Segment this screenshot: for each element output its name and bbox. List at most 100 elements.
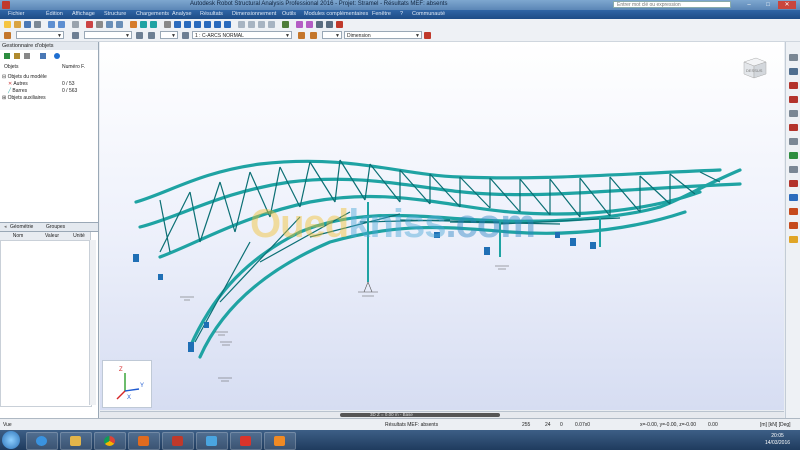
viewcube[interactable]: DESSUS [740, 54, 768, 82]
menu-community[interactable]: Communauté [412, 11, 445, 17]
panels-icon[interactable] [789, 166, 798, 173]
menu-help[interactable]: ? [400, 11, 403, 17]
zoom-window-icon[interactable] [194, 21, 201, 28]
view-xz-icon[interactable] [248, 21, 255, 28]
tab-groups[interactable]: Groupes [46, 224, 65, 230]
search-input[interactable]: Entrer mot clé ou expression [613, 1, 731, 8]
properties-scrollbar[interactable] [89, 240, 96, 405]
rotate-icon[interactable] [174, 21, 181, 28]
menu-view[interactable]: Affichage [72, 11, 95, 17]
taskbar-media[interactable] [128, 432, 160, 450]
dimension-combo[interactable]: Dimension ▼ [344, 31, 422, 39]
taskbar-explorer[interactable] [60, 432, 92, 450]
taskbar-vlc[interactable] [264, 432, 296, 450]
case-combo[interactable]: ▼ [160, 31, 178, 39]
clock[interactable]: 20:05 14/03/2016 [765, 433, 790, 447]
supports-icon[interactable] [789, 110, 798, 117]
calculate-icon[interactable] [130, 21, 137, 28]
menu-file[interactable]: Fichier [8, 11, 25, 17]
tree-node-bars[interactable]: ╱ Barres 0 / 563 [2, 88, 77, 95]
releases-icon[interactable] [789, 124, 798, 131]
view-scrollbar[interactable]: 3D Z = 0.00 m - Base [100, 411, 784, 418]
nodes-icon[interactable] [789, 54, 798, 61]
zoom-out-icon[interactable] [214, 21, 221, 28]
tables-icon[interactable] [296, 21, 303, 28]
view-xy-icon[interactable] [268, 21, 275, 28]
tree-node-aux-objects[interactable]: ⊞ Objets auxiliaires [2, 95, 47, 102]
view-combo[interactable]: ▼ [16, 31, 64, 39]
zoom-in-icon[interactable] [204, 21, 211, 28]
view-yz-icon[interactable] [258, 21, 265, 28]
selection-combo[interactable]: ▼ [84, 31, 132, 39]
properties-icon[interactable] [72, 21, 79, 28]
cables-icon[interactable] [789, 152, 798, 159]
section-tool-icon[interactable] [789, 82, 798, 89]
load-cases-icon[interactable] [789, 194, 798, 201]
layout-icon[interactable] [316, 21, 323, 28]
material-tool-icon[interactable] [789, 96, 798, 103]
material-icon[interactable] [310, 32, 317, 39]
selection-icon[interactable] [72, 32, 79, 39]
taskbar-chrome[interactable] [94, 432, 126, 450]
display-icon[interactable] [164, 21, 171, 28]
paste-icon[interactable] [116, 21, 123, 28]
start-button[interactable] [2, 431, 20, 449]
taskbar-app[interactable] [196, 432, 228, 450]
copy-icon[interactable] [106, 21, 113, 28]
structure-icon[interactable] [140, 21, 147, 28]
material-combo[interactable]: ▼ [322, 31, 342, 39]
offsets-icon[interactable] [789, 138, 798, 145]
delete-icon[interactable] [86, 21, 93, 28]
combinations-icon[interactable] [789, 208, 798, 215]
minimize-button[interactable]: – [740, 1, 758, 9]
open-icon[interactable] [14, 21, 21, 28]
undo-icon[interactable] [48, 21, 55, 28]
print-icon[interactable] [34, 21, 41, 28]
bars-tool-icon[interactable] [789, 68, 798, 75]
filter-icon[interactable] [136, 32, 143, 39]
tree-node-others[interactable]: ✕ Autres 0 / 53 [2, 81, 75, 88]
save-icon[interactable] [24, 21, 31, 28]
sort-icon[interactable] [14, 53, 20, 59]
3d-viewport[interactable]: Ouedkniss.com DESSUS Z Y X [100, 42, 784, 410]
screen-capture-icon[interactable] [326, 21, 333, 28]
close-button[interactable]: ✕ [778, 1, 796, 9]
properties-grid[interactable] [0, 240, 92, 407]
section-combo[interactable]: 1 : C-ARCS NORMAL ▼ [192, 31, 292, 39]
pan-icon[interactable] [184, 21, 191, 28]
menu-window[interactable]: Fenêtre [372, 11, 391, 17]
menu-structure[interactable]: Structure [104, 11, 126, 17]
menu-addins[interactable]: Modules complémentaires [304, 11, 368, 17]
menu-loads[interactable]: Chargements [136, 11, 169, 17]
report-icon[interactable] [306, 21, 313, 28]
analysis-icon[interactable] [789, 222, 798, 229]
menu-results[interactable]: Résultats [200, 11, 223, 17]
menu-analysis[interactable]: Analyse [172, 11, 192, 17]
menu-edit[interactable]: Édition [46, 11, 63, 17]
scroll-thumb[interactable]: 3D Z = 0.00 m - Base [340, 412, 500, 417]
menu-tools[interactable]: Outils [282, 11, 296, 17]
section-icon[interactable] [182, 32, 189, 39]
cut-icon[interactable] [96, 21, 103, 28]
results-icon[interactable] [789, 236, 798, 243]
bar-type-icon[interactable] [298, 32, 305, 39]
new-icon[interactable] [4, 21, 11, 28]
filter-icon[interactable] [4, 53, 10, 59]
tab-geometry[interactable]: Géométrie [10, 224, 33, 230]
redo-icon[interactable] [58, 21, 65, 28]
view-3d-icon[interactable] [238, 21, 245, 28]
layers-icon[interactable] [282, 21, 289, 28]
taskbar-robot[interactable] [162, 432, 194, 450]
taskbar-autocad[interactable] [230, 432, 262, 450]
dimension-settings-icon[interactable] [424, 32, 431, 39]
menu-design[interactable]: Dimensionnement [232, 11, 276, 17]
tree-node-model-objects[interactable]: ⊟ Objets du modèle [2, 74, 47, 81]
structure-type-icon[interactable] [4, 32, 11, 39]
zoom-all-icon[interactable] [224, 21, 231, 28]
loads-icon[interactable] [789, 180, 798, 187]
cases-icon[interactable] [148, 32, 155, 39]
help-icon[interactable] [336, 21, 343, 28]
maximize-button[interactable]: □ [759, 1, 777, 9]
search-icon[interactable] [40, 53, 46, 59]
bars-icon[interactable] [150, 21, 157, 28]
